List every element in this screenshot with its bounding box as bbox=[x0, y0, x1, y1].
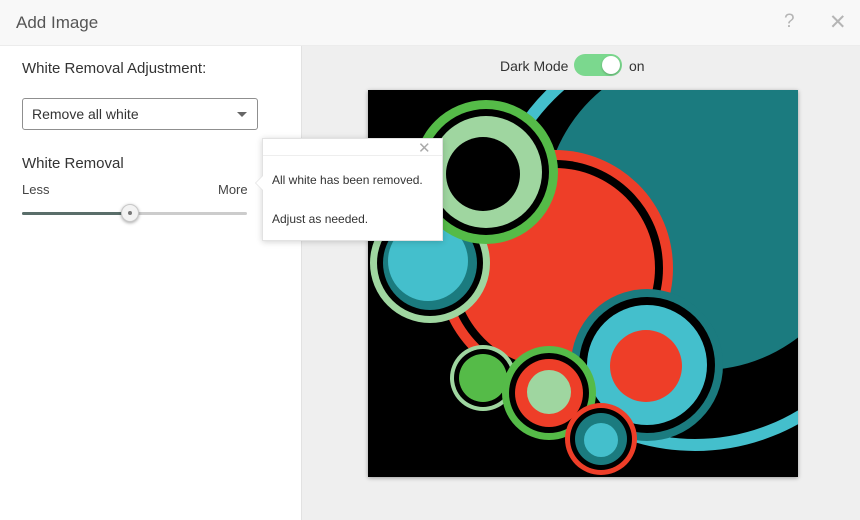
popover-message: All white has been removed. bbox=[272, 173, 423, 187]
lower-right-red-center bbox=[610, 330, 682, 402]
slider-min-label: Less bbox=[22, 182, 50, 197]
bottom-small-cyan bbox=[584, 423, 618, 457]
slider-thumb[interactable] bbox=[121, 204, 139, 222]
top-ring-center bbox=[446, 137, 520, 211]
dialog-title: Add Image bbox=[16, 13, 99, 32]
help-icon[interactable]: ? bbox=[784, 11, 795, 33]
settings-panel: White Removal Adjustment: Remove all whi… bbox=[0, 46, 302, 520]
white-removal-dropdown[interactable]: Remove all white bbox=[22, 98, 258, 130]
white-removed-popover: ✕ All white has been removed. Adjust as … bbox=[255, 138, 443, 241]
dark-mode-toggle[interactable] bbox=[574, 54, 622, 76]
dark-mode-state: on bbox=[629, 58, 645, 74]
dropdown-selected-value: Remove all white bbox=[32, 106, 139, 122]
dark-mode-label: Dark Mode bbox=[500, 58, 569, 74]
toggle-knob bbox=[602, 56, 620, 74]
chevron-down-icon bbox=[237, 112, 247, 117]
white-removal-adjustment-label: White Removal Adjustment: bbox=[22, 60, 207, 77]
preview-panel: Dark Mode on bbox=[302, 46, 860, 520]
white-removal-label: White Removal bbox=[22, 155, 124, 172]
slider-track-fill bbox=[22, 212, 130, 215]
small-green-circle bbox=[459, 354, 507, 402]
popover-divider bbox=[263, 155, 442, 156]
white-removal-slider[interactable] bbox=[22, 204, 247, 224]
close-icon[interactable]: ✕ bbox=[829, 10, 847, 35]
popover-hint: Adjust as needed. bbox=[272, 212, 369, 226]
slider-max-label: More bbox=[218, 182, 248, 197]
dialog-header: Add Image ? ✕ bbox=[0, 0, 860, 46]
bottom-ring-mint-center bbox=[527, 370, 571, 414]
